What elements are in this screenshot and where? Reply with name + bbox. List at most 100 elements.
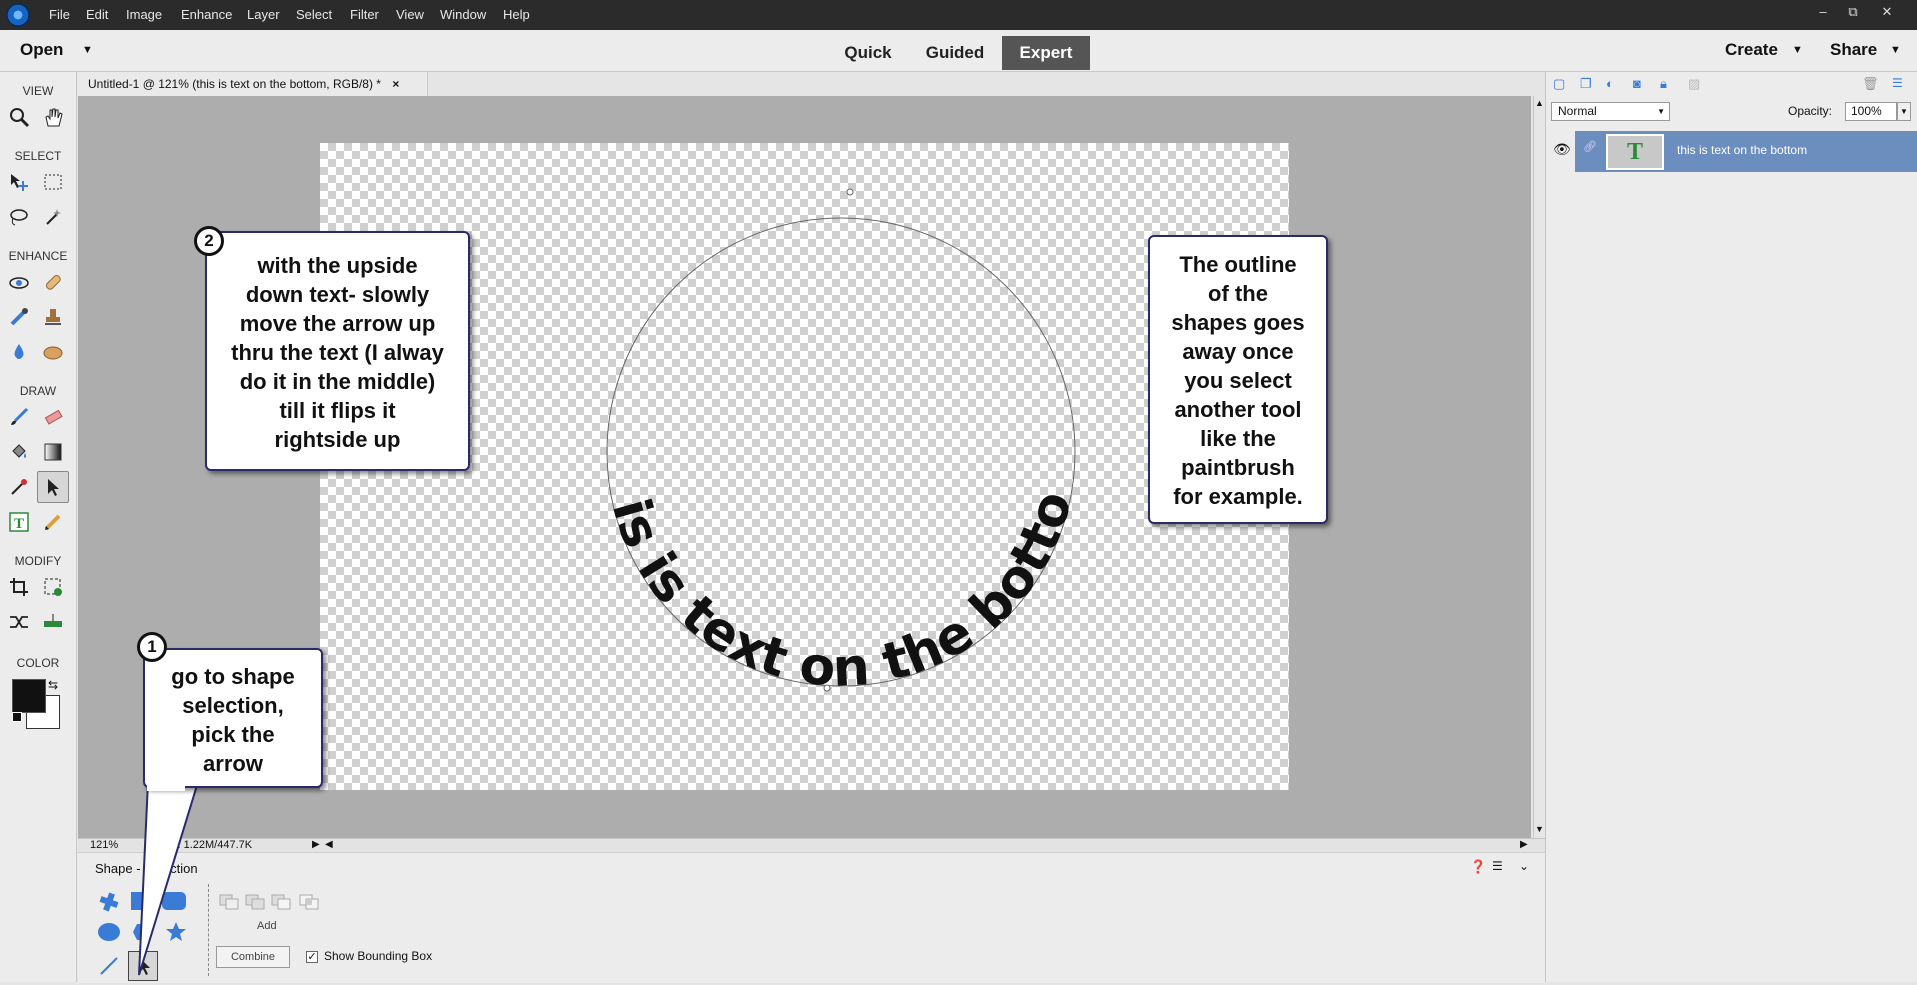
open-dropdown-chevron-icon[interactable]: ▼ xyxy=(82,44,93,56)
menu-edit[interactable]: Edit xyxy=(86,0,108,30)
content-aware-move-tool[interactable] xyxy=(5,608,33,636)
shape-selection-tool[interactable] xyxy=(37,471,69,503)
help-icon[interactable]: ❓ xyxy=(1470,859,1486,875)
minimize-button[interactable]: – xyxy=(1812,3,1834,21)
callout-note-line: for example. xyxy=(1173,484,1303,509)
status-menu-arrow-icon[interactable]: ▶ xyxy=(312,838,320,852)
mode-expert[interactable]: Expert xyxy=(1002,36,1090,70)
zoom-readout[interactable]: 121% xyxy=(90,838,118,852)
delete-layer-icon[interactable]: 🗑︎ xyxy=(1862,76,1879,92)
path-anchor-top[interactable] xyxy=(846,188,854,196)
panel-menu-icon[interactable]: ☰ xyxy=(1892,76,1903,90)
layer-link-icon[interactable]: 🔗︎ xyxy=(1583,140,1597,153)
menu-layer[interactable]: Layer xyxy=(247,0,280,30)
straighten-tool[interactable] xyxy=(39,608,67,636)
smart-brush-icon xyxy=(10,308,28,326)
eraser-tool[interactable] xyxy=(39,403,67,431)
lock-all-icon[interactable]: 🔒︎ xyxy=(1660,76,1667,92)
callout-one-line: go to shape xyxy=(171,664,295,689)
menu-filter[interactable]: Filter xyxy=(350,0,379,30)
clone-stamp-tool[interactable] xyxy=(39,303,67,331)
mode-quick[interactable]: Quick xyxy=(832,36,904,70)
scroll-down-arrow-icon[interactable]: ▼ xyxy=(1535,824,1544,834)
show-bounding-box-label: Show Bounding Box xyxy=(324,949,433,963)
new-layer-icon[interactable]: ▢ xyxy=(1553,76,1565,92)
opacity-input[interactable]: 100% xyxy=(1845,102,1897,121)
gradient-tool[interactable] xyxy=(39,438,67,466)
menu-enhance[interactable]: Enhance xyxy=(181,0,232,30)
recompose-icon xyxy=(44,578,62,596)
line-shape-icon xyxy=(100,957,118,975)
share-button[interactable]: Share xyxy=(1830,40,1877,60)
custom-shape-tool[interactable] xyxy=(97,890,121,914)
add-shape-mode[interactable] xyxy=(244,893,266,911)
show-bounding-box-checkbox[interactable]: ✓ xyxy=(306,951,318,963)
ellipse-shape-tool[interactable] xyxy=(98,923,120,941)
lasso-tool[interactable] xyxy=(5,203,33,231)
subtract-shape-mode[interactable] xyxy=(270,893,292,911)
healing-brush-tool[interactable] xyxy=(39,268,67,296)
callout-note-line: like the xyxy=(1200,426,1276,451)
crop-tool[interactable] xyxy=(5,573,33,601)
options-menu-icon[interactable]: ☰ xyxy=(1492,859,1503,873)
menu-select[interactable]: Select xyxy=(296,0,332,30)
recompose-tool[interactable] xyxy=(39,573,67,601)
callout-one-line: pick the xyxy=(191,722,275,747)
restore-button[interactable]: ⧉ xyxy=(1842,3,1864,21)
pencil-tool[interactable] xyxy=(39,508,67,536)
foreground-color-swatch[interactable] xyxy=(12,679,46,713)
layer-thumbnail[interactable]: T xyxy=(1606,134,1664,170)
new-group-icon[interactable]: ❐ xyxy=(1580,76,1592,92)
lasso-icon xyxy=(10,209,28,226)
combine-button[interactable]: Combine xyxy=(216,946,290,968)
blend-mode-select[interactable]: Normal ▼ xyxy=(1551,102,1670,121)
adjustment-layer-icon[interactable]: ◐ xyxy=(1606,76,1614,91)
layer-visibility-eye-icon[interactable]: 👁︎ xyxy=(1553,141,1571,158)
layer-name[interactable]: this is text on the bottom xyxy=(1677,143,1807,157)
brush-tool[interactable] xyxy=(5,403,33,431)
hscroll-left-arrow-icon[interactable]: ◀ xyxy=(325,838,333,852)
lock-transparency-icon[interactable]: ▨ xyxy=(1688,76,1700,92)
smart-brush-tool[interactable] xyxy=(5,303,33,331)
hscroll-right-arrow-icon[interactable]: ▶ xyxy=(1520,838,1528,852)
open-button[interactable]: Open xyxy=(20,40,63,60)
hand-tool[interactable] xyxy=(39,103,67,131)
move-tool[interactable] xyxy=(5,168,33,196)
zoom-tool[interactable] xyxy=(5,103,33,131)
eyedropper-tool[interactable] xyxy=(5,473,33,501)
intersect-shape-mode[interactable] xyxy=(298,893,320,911)
red-eye-tool[interactable] xyxy=(5,268,33,296)
callout-two-line: do it in the middle) xyxy=(239,369,436,394)
layer-mask-icon[interactable]: ◙ xyxy=(1633,76,1641,91)
create-button[interactable]: Create xyxy=(1725,40,1778,60)
sponge-tool[interactable] xyxy=(39,338,67,366)
blend-mode-chevron-icon: ▼ xyxy=(1657,107,1665,116)
menu-image[interactable]: Image xyxy=(126,0,162,30)
create-chevron-icon[interactable]: ▼ xyxy=(1792,44,1803,56)
swap-colors-icon[interactable]: ⇆ xyxy=(48,678,58,692)
opacity-chevron-icon[interactable]: ▼ xyxy=(1897,102,1911,121)
close-tab-icon[interactable]: × xyxy=(392,77,399,91)
type-tool[interactable]: T xyxy=(5,508,33,536)
collapse-chevron-icon[interactable]: ⌄ xyxy=(1519,859,1529,873)
default-colors-icon[interactable] xyxy=(12,712,22,722)
menu-file[interactable]: File xyxy=(49,0,70,30)
close-window-button[interactable]: ✕ xyxy=(1876,3,1898,21)
menu-help[interactable]: Help xyxy=(503,0,530,30)
new-shape-mode[interactable] xyxy=(218,893,240,911)
document-tab[interactable]: Untitled-1 @ 121% (this is text on the b… xyxy=(78,72,428,96)
section-modify-label: MODIFY xyxy=(14,554,62,568)
callout-note-line: paintbrush xyxy=(1181,455,1295,480)
callout-two-line: rightside up xyxy=(274,427,401,452)
magic-wand-tool[interactable] xyxy=(39,203,67,231)
menu-window[interactable]: Window xyxy=(440,0,486,30)
menu-view[interactable]: View xyxy=(396,0,424,30)
eyedropper-icon xyxy=(11,479,27,495)
share-chevron-icon[interactable]: ▼ xyxy=(1890,44,1901,56)
marquee-tool[interactable] xyxy=(39,168,67,196)
mode-guided[interactable]: Guided xyxy=(910,36,1000,70)
scroll-up-arrow-icon[interactable]: ▲ xyxy=(1535,98,1544,108)
line-shape-tool[interactable] xyxy=(97,954,121,978)
blur-tool[interactable] xyxy=(5,338,33,366)
paint-bucket-tool[interactable] xyxy=(5,438,33,466)
